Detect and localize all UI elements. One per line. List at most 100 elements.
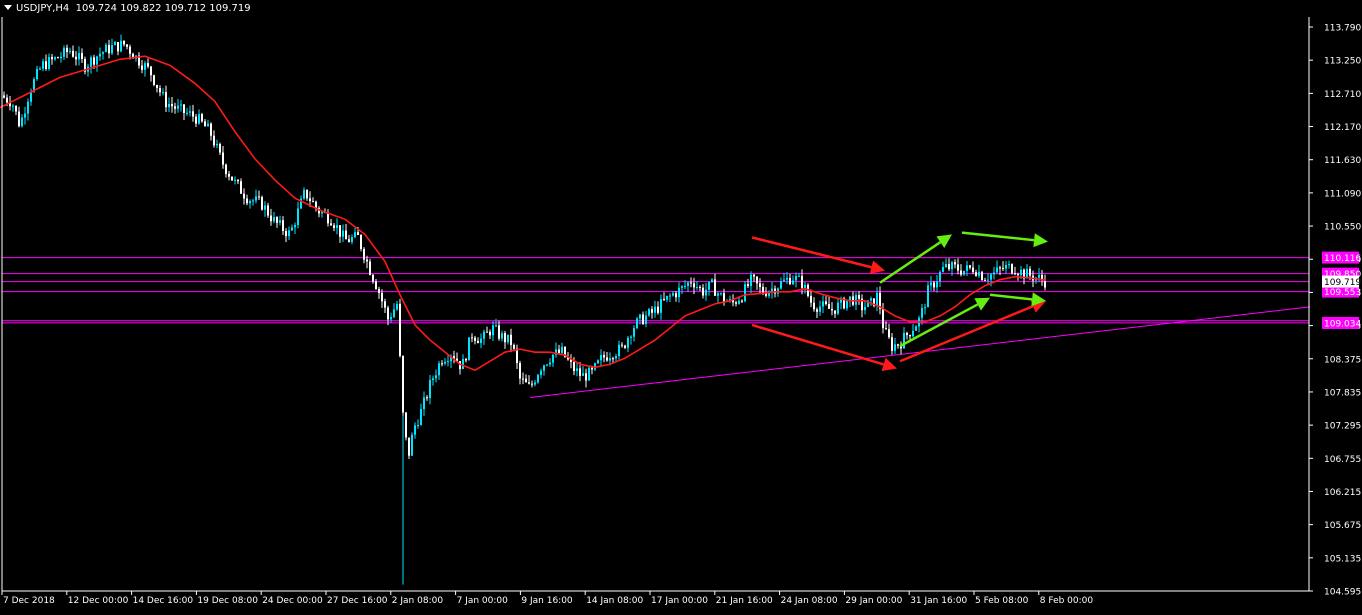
candle-body — [360, 235, 362, 249]
candle-body — [801, 275, 803, 288]
candle-body — [63, 47, 65, 57]
candle-body — [645, 315, 647, 325]
candle-body — [354, 232, 356, 238]
y-tick-label: 113.790 — [1324, 24, 1361, 34]
candle-body — [6, 97, 8, 103]
candle-body — [927, 285, 929, 308]
candle-body — [216, 143, 218, 146]
candle-body — [612, 358, 614, 360]
x-tick-label: 17 Jan 00:00 — [651, 596, 708, 606]
candle-body — [240, 181, 242, 194]
dropdown-triangle-icon[interactable] — [4, 5, 12, 10]
candle-body — [510, 334, 512, 345]
candle-body — [882, 308, 884, 329]
candle-body — [432, 378, 434, 380]
candle-body — [294, 225, 296, 228]
candle-body — [378, 289, 380, 293]
candle-body — [930, 282, 932, 286]
x-tick-label: 19 Dec 08:00 — [197, 596, 258, 606]
candle-body — [549, 362, 551, 365]
candle-body — [735, 302, 737, 304]
candle-body — [912, 330, 914, 337]
candle-body — [978, 271, 980, 276]
candle-body — [714, 279, 716, 296]
candle-body — [936, 281, 938, 288]
candle-body — [678, 287, 680, 298]
candle-body — [789, 277, 791, 285]
candle-body — [195, 116, 197, 124]
candle-body — [189, 111, 191, 113]
candle-body — [924, 307, 926, 309]
x-tick-label: 7 Jan 00:00 — [457, 596, 509, 606]
candle-body — [756, 276, 758, 284]
candle-body — [120, 40, 122, 52]
candle-body — [429, 379, 431, 399]
candle-body — [633, 328, 635, 337]
candle-body — [351, 237, 353, 243]
candle-body — [723, 293, 725, 302]
candle-body — [411, 434, 413, 456]
candle-body — [387, 307, 389, 320]
candle-body — [909, 335, 911, 337]
candle-body — [894, 344, 896, 351]
candle-body — [219, 143, 221, 153]
candle-body — [477, 340, 479, 344]
candle-body — [264, 205, 266, 210]
candle-body — [606, 357, 608, 361]
candle-body — [1014, 273, 1016, 275]
candle-body — [534, 382, 536, 385]
candle-body — [897, 344, 899, 346]
candle-body — [291, 227, 293, 231]
candle-body — [546, 364, 548, 366]
x-tick-label: 29 Jan 00:00 — [845, 596, 902, 606]
candle-body — [696, 287, 698, 289]
candle-body — [282, 220, 284, 231]
x-tick-label: 2 Jan 08:00 — [392, 596, 444, 606]
candle-body — [693, 283, 695, 288]
level-price-label: 109.034 — [1324, 319, 1361, 329]
candle-body — [126, 44, 128, 47]
candle-body — [405, 412, 407, 438]
candle-body — [402, 355, 404, 413]
candle-body — [948, 263, 950, 270]
candle-body — [1020, 269, 1022, 276]
candle-body — [558, 349, 560, 354]
candle-body — [255, 196, 257, 201]
candle-body — [363, 248, 365, 260]
candle-body — [708, 281, 710, 290]
candle-body — [24, 113, 26, 118]
chart-area[interactable]: USDJPY,H4 109.724 109.822 109.712 109.71… — [0, 0, 1362, 611]
candle-body — [66, 47, 68, 53]
candle-body — [18, 111, 20, 127]
candle-body — [951, 262, 953, 270]
candle-body — [1029, 268, 1031, 276]
candle-body — [417, 425, 419, 427]
candle-body — [75, 56, 77, 60]
candle-body — [390, 317, 392, 320]
price-chart[interactable]: 113.790 113.250 112.710 112.170 111.630 111.0… — [0, 0, 1362, 611]
candle-body — [312, 201, 314, 203]
candle-body — [597, 360, 599, 364]
candle-body — [39, 68, 41, 70]
candle-body — [279, 220, 281, 223]
candle-body — [513, 344, 515, 349]
candle-body — [273, 217, 275, 222]
candle-body — [369, 261, 371, 275]
candle-body — [504, 333, 506, 343]
candle-body — [639, 314, 641, 319]
candle-body — [69, 50, 71, 53]
x-tick-label: 9 Jan 16:00 — [521, 596, 573, 606]
candle-body — [615, 356, 617, 359]
candle-body — [243, 193, 245, 199]
candle-body — [741, 300, 743, 302]
y-tick-label: 104.595 — [1324, 588, 1361, 598]
candle-body — [225, 164, 227, 174]
candle-body — [846, 300, 848, 309]
candle-body — [561, 346, 563, 354]
candle-body — [420, 409, 422, 426]
candle-body — [1008, 264, 1010, 266]
candle-body — [960, 270, 962, 275]
candle-body — [591, 367, 593, 370]
candle-body — [51, 56, 53, 60]
candle-body — [819, 306, 821, 312]
